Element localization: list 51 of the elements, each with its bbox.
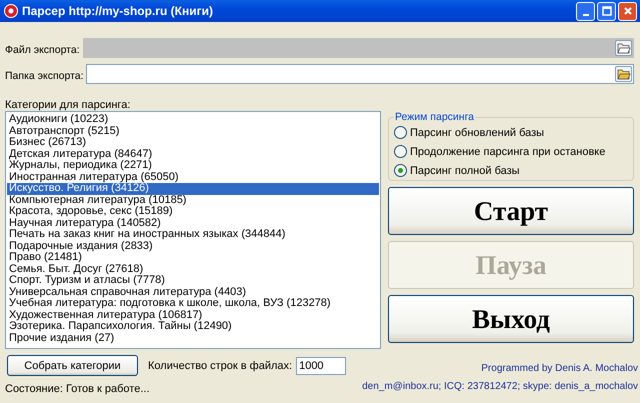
minimize-button[interactable]: [576, 2, 595, 20]
radio-label: Продолжение парсинга при остановке: [410, 146, 606, 158]
radio-label: Парсинг полной базы: [410, 164, 520, 176]
radio-label: Парсинг обновлений базы: [410, 126, 544, 138]
close-icon: [622, 6, 632, 16]
maximize-button[interactable]: [597, 2, 616, 20]
browse-button[interactable]: [615, 66, 632, 82]
category-item[interactable]: Аудиокниги (10223): [7, 114, 379, 126]
rows-count-field[interactable]: 1000: [296, 356, 346, 374]
category-item[interactable]: Искусство. Религия (34126): [7, 183, 379, 194]
field-label: Файл экспорта:: [5, 44, 81, 58]
category-item[interactable]: Универсальная справочная литература (4403): [7, 286, 379, 298]
category-item[interactable]: Учебная литература: подготовка к школе, школа, ВУЗ (123278): [7, 298, 379, 310]
category-item[interactable]: Журналы, периодика (2271): [7, 160, 379, 172]
category-item[interactable]: Научная литература (140582): [7, 218, 379, 229]
category-item[interactable]: Детская литература (84647): [7, 148, 379, 160]
category-item[interactable]: Подарочные издания (2833): [7, 240, 379, 252]
field-label: Папка экспорта:: [5, 70, 85, 84]
collect-categories-button[interactable]: Собрать категории: [7, 355, 138, 376]
rows-count-label: Количество строк в файлах:: [148, 360, 292, 372]
category-item[interactable]: Эзотерика. Парапсихология. Тайны (12490): [7, 321, 379, 332]
group-title: Режим парсинга: [394, 111, 476, 123]
folder-icon: [616, 42, 630, 54]
category-item[interactable]: Бизнес (26713): [7, 137, 379, 148]
category-item[interactable]: Прочие издания (27): [7, 332, 379, 344]
category-item[interactable]: Художественная литература (106817): [7, 310, 379, 321]
app-icon: [4, 4, 18, 18]
status-text: Состояние: Готов к работе...: [5, 383, 151, 395]
path-field[interactable]: [86, 64, 634, 84]
category-item[interactable]: Компьютерная литература (10185): [7, 194, 379, 206]
radio-button[interactable]: [394, 164, 407, 177]
folder-icon: [616, 68, 630, 80]
action-button[interactable]: Выход: [388, 295, 634, 343]
minimize-icon: [582, 14, 588, 16]
radio-button[interactable]: [394, 126, 407, 139]
category-item[interactable]: Иностранная литература (65050): [7, 172, 379, 183]
close-button[interactable]: [618, 2, 637, 20]
category-item[interactable]: Печать на заказ книг на иностранных языках (344844): [7, 229, 379, 240]
category-item[interactable]: Спорт. Туризм и атласы (7778): [7, 275, 379, 286]
maximize-icon: [602, 6, 612, 16]
window-title: Парсер http://my-shop.ru (Книги): [22, 4, 214, 18]
credits-text: den_m@inbox.ru; ICQ: 237812472; skype: denis_a_mochalov: [362, 381, 638, 392]
categories-label: Категории для парсинга:: [5, 99, 132, 111]
radio-button[interactable]: [394, 145, 407, 158]
category-item[interactable]: Автотранспорт (5215): [7, 126, 379, 137]
category-list[interactable]: [5, 111, 381, 349]
category-item[interactable]: Право (21481): [7, 252, 379, 264]
category-item[interactable]: Семья. Быт. Досуг (27618): [7, 264, 379, 275]
credits-text: Programmed by Denis A. Mochalov: [481, 363, 638, 374]
category-item[interactable]: Красота, здоровье, секс (15189): [7, 206, 379, 218]
action-button[interactable]: Старт: [388, 187, 634, 235]
